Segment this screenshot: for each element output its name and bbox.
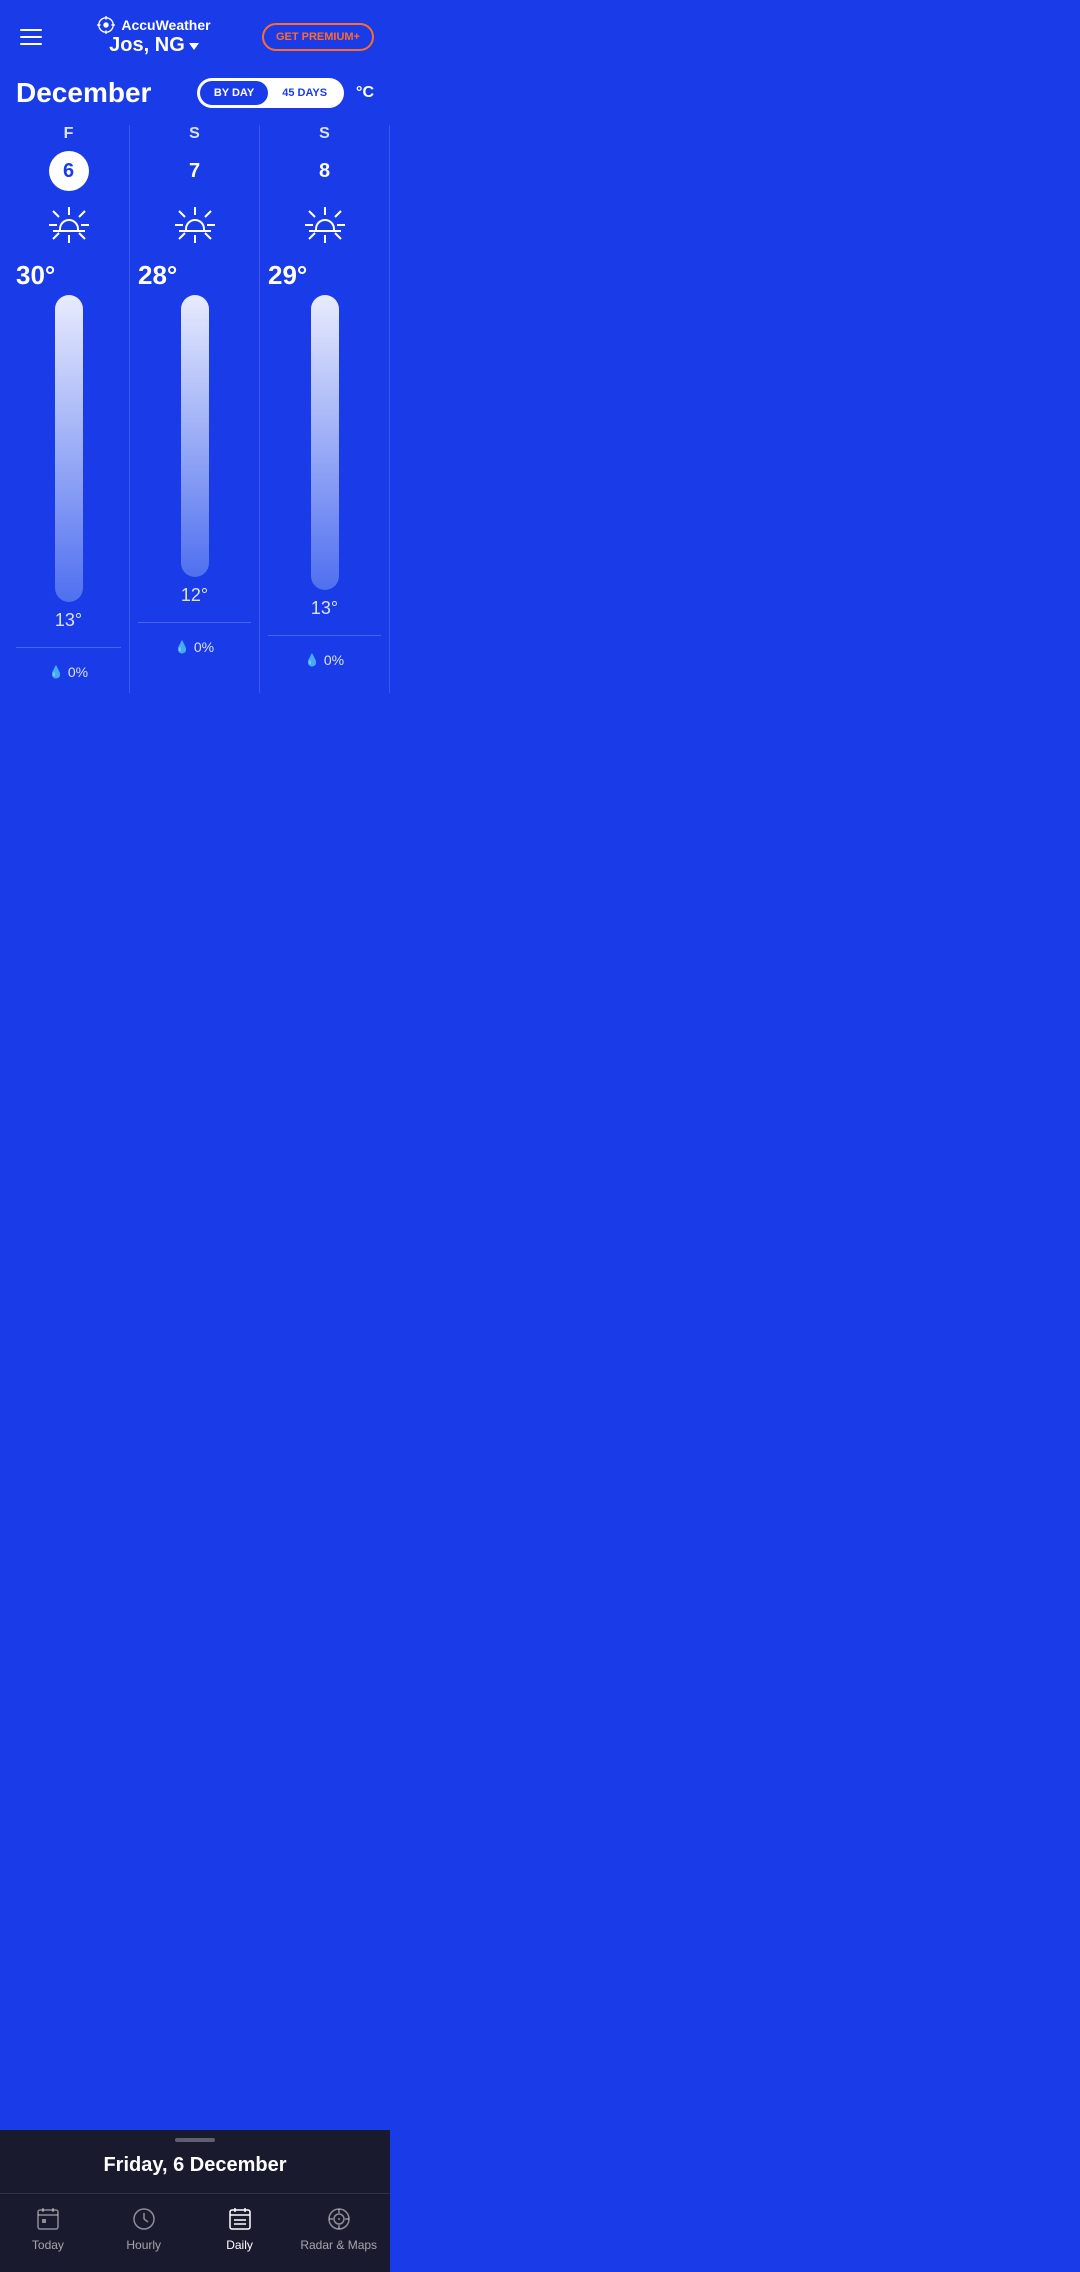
temp-high: 29°	[268, 260, 307, 291]
rain-drop-icon: 💧	[305, 653, 320, 667]
nav-item-daily[interactable]: Daily	[205, 2206, 275, 2252]
daily-icon	[227, 2206, 253, 2232]
precip-row: 💧 0%	[175, 639, 214, 655]
day-name: S	[189, 125, 200, 143]
chevron-down-icon	[189, 43, 199, 50]
day-col-inner: S 7 28° 12°	[138, 125, 251, 655]
by-day-toggle[interactable]: BY DAY	[200, 81, 268, 105]
nav-item-radar[interactable]: Radar & Maps	[300, 2206, 377, 2252]
day-col[interactable]: F 6 30° 13°	[0, 125, 130, 693]
divider	[138, 622, 251, 623]
weather-icon-container	[303, 207, 347, 248]
weather-icon	[47, 207, 91, 243]
day-col[interactable]: S 8 29° 13°	[260, 125, 390, 693]
hourly-icon	[131, 2206, 157, 2232]
today-label: Today	[32, 2238, 64, 2252]
daily-label: Daily	[226, 2238, 253, 2252]
divider	[16, 647, 121, 648]
logo-row: AccuWeather	[97, 16, 210, 34]
nav-bar: Today Hourly	[0, 2193, 390, 2272]
45-days-toggle[interactable]: 45 DAYS	[268, 81, 341, 105]
selected-date: Friday, 6 December	[0, 2154, 390, 2177]
radar-icon	[326, 2206, 352, 2232]
hourly-label: Hourly	[126, 2238, 161, 2252]
calendar-grid: F 6 30° 13°	[0, 125, 390, 693]
header: AccuWeather Jos, NG GET PREMIUM+	[0, 0, 390, 69]
temp-high: 30°	[16, 260, 55, 291]
view-toggle: BY DAY 45 DAYS	[197, 78, 344, 108]
day-col-inner: S 8 29° 13°	[268, 125, 381, 668]
temp-low: 12°	[181, 585, 208, 606]
menu-button[interactable]	[16, 25, 46, 49]
today-icon	[35, 2206, 61, 2232]
temp-low: 13°	[55, 610, 82, 631]
precip-row: 💧 0%	[49, 664, 88, 680]
temp-bar	[311, 295, 339, 590]
swipe-handle	[175, 2138, 215, 2142]
bottom-panel: Friday, 6 December Today	[0, 2130, 390, 2272]
calendar-scroll: F 6 30° 13°	[0, 125, 390, 701]
weather-icon	[303, 207, 347, 243]
day-name: S	[319, 125, 330, 143]
unit-label[interactable]: °C	[356, 84, 374, 102]
controls-row: December BY DAY 45 DAYS °C	[0, 69, 390, 125]
precip-value: 0%	[324, 652, 344, 668]
location-text: Jos, NG	[109, 34, 185, 57]
precip-value: 0%	[194, 639, 214, 655]
logo-text: AccuWeather	[121, 17, 210, 33]
premium-button[interactable]: GET PREMIUM+	[262, 23, 374, 51]
day-number: 7	[175, 151, 215, 191]
weather-icon-container	[47, 207, 91, 248]
location-selector[interactable]: Jos, NG	[109, 34, 199, 57]
nav-item-hourly[interactable]: Hourly	[109, 2206, 179, 2252]
rain-drop-icon: 💧	[175, 640, 190, 654]
month-title: December	[16, 77, 151, 109]
temp-high: 28°	[138, 260, 177, 291]
temp-low: 13°	[311, 598, 338, 619]
day-number: 8	[305, 151, 345, 191]
day-col[interactable]: S 7 28° 12°	[130, 125, 260, 693]
header-center: AccuWeather Jos, NG	[97, 16, 210, 57]
day-number: 6	[49, 151, 89, 191]
weather-icon	[173, 207, 217, 243]
controls-right: BY DAY 45 DAYS °C	[197, 78, 374, 108]
day-col-inner: F 6 30° 13°	[16, 125, 121, 680]
radar-label: Radar & Maps	[300, 2238, 377, 2252]
temp-bar	[55, 295, 83, 602]
rain-drop-icon: 💧	[49, 665, 64, 679]
precip-row: 💧 0%	[305, 652, 344, 668]
nav-item-today[interactable]: Today	[13, 2206, 83, 2252]
divider	[268, 635, 381, 636]
accuweather-logo-icon	[97, 16, 115, 34]
temp-bar	[181, 295, 209, 577]
day-name: F	[64, 125, 74, 143]
precip-value: 0%	[68, 664, 88, 680]
weather-icon-container	[173, 207, 217, 248]
